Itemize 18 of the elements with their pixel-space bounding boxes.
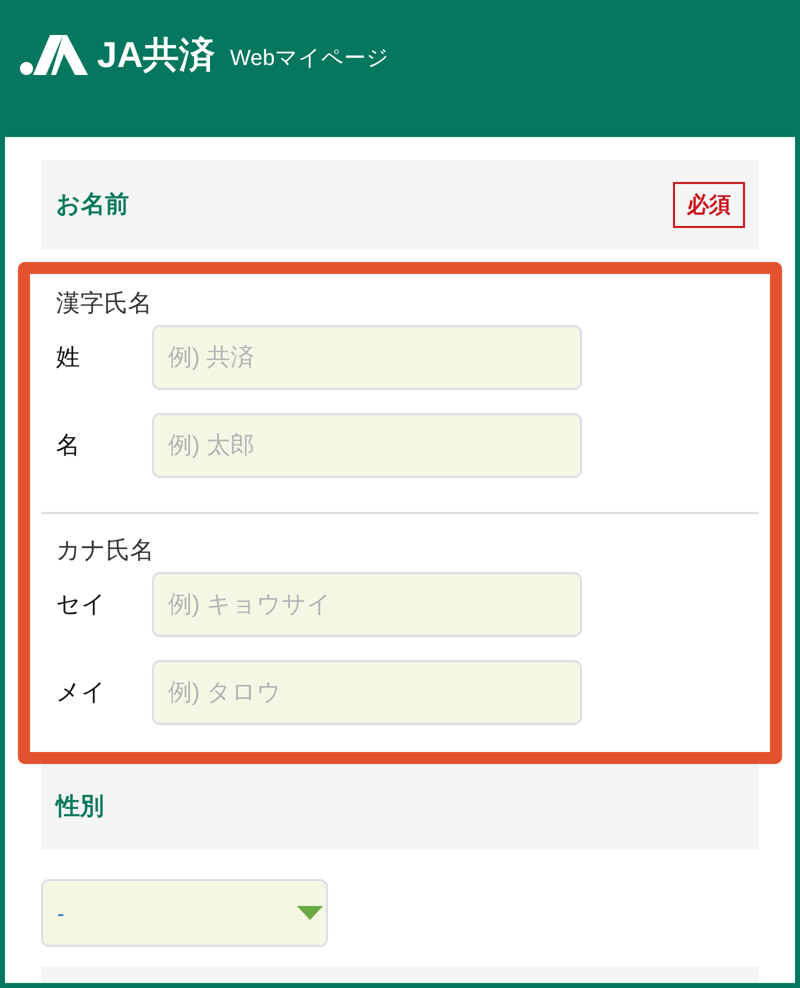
group-label: 漢字氏名 [56,289,153,319]
required-badge: 必須 [673,182,745,228]
field-label: 姓 [56,346,81,370]
site-subtitle: Webマイページ [230,44,389,72]
section-title: 性別 [56,794,104,818]
text-input[interactable]: 例) 共済 [152,325,582,390]
group-label: カナ氏名 [56,536,155,566]
field-label: 名 [56,434,81,458]
text-input[interactable]: 例) タロウ [152,660,582,725]
caret-icon [297,906,323,920]
text-input[interactable]: 例) 太郎 [152,413,582,478]
text-input[interactable]: 例) キョウサイ [152,572,582,637]
brand-name: JA共済 [97,35,216,75]
section-title: お名前 [56,193,129,217]
gender-select[interactable]: - [41,879,328,947]
field-label: メイ [56,680,107,704]
logo-icon [20,35,88,75]
field-label: セイ [56,592,107,616]
